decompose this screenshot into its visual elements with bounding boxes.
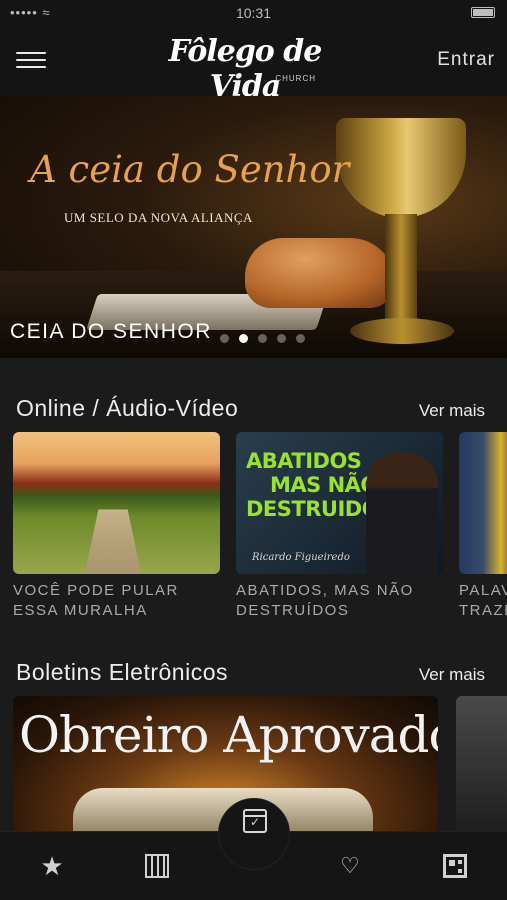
section-title-online: Online / Áudio-Vídeo [16, 395, 239, 421]
status-time: 10:31 [235, 5, 272, 21]
star-icon[interactable]: ★ [34, 850, 70, 882]
hamburger-menu-icon[interactable] [16, 52, 46, 70]
hero-caption: CEIA DO SENHOR [10, 320, 212, 343]
see-more-bulletins-button[interactable]: Ver mais [419, 665, 485, 685]
carousel-dot[interactable] [296, 334, 305, 343]
bulletin-thumb-text: Obreiro Aprovado [19, 706, 438, 764]
thumb-road [81, 509, 145, 574]
qr-code-icon[interactable] [443, 854, 467, 878]
hero-bread-image [245, 238, 395, 308]
carousel-dot-active[interactable] [239, 334, 248, 343]
app-header: Fôlego de Vida CHURCH Entrar [0, 24, 507, 104]
hands-heart-icon[interactable]: ♡ [336, 852, 364, 880]
app-logo: Fôlego de Vida CHURCH [160, 30, 330, 104]
logo-script: Fôlego de Vida [168, 34, 323, 104]
logo-church: CHURCH [275, 74, 316, 83]
carousel-pagination [220, 330, 315, 343]
hero-chalice-stem [385, 214, 417, 324]
hero-chalice-base [350, 318, 454, 344]
video-card-title[interactable]: ABATIDOS, MAS NÃO DESTRUÍDOS [236, 581, 443, 621]
battery-icon [471, 7, 495, 18]
hero-chalice-image [336, 118, 466, 218]
hero-carousel[interactable]: A ceia do Senhor UM SELO DA NOVA ALIANÇA… [0, 96, 507, 358]
calendar-tab-button[interactable] [218, 798, 290, 870]
login-button[interactable]: Entrar [437, 49, 495, 71]
see-more-online-button[interactable]: Ver mais [419, 401, 485, 421]
video-card-thumbnail[interactable] [13, 432, 220, 574]
hero-title: A ceia do Senhor [30, 148, 350, 191]
calendar-check-icon [243, 809, 267, 833]
thumb-text: MAS NÃO [270, 473, 378, 497]
video-card-title[interactable]: VOCÊ PODE PULAR ESSA MURALHA [13, 581, 220, 621]
hero-subtitle: UM SELO DA NOVA ALIANÇA [64, 210, 253, 225]
thumb-text: ABATIDOS [246, 449, 362, 473]
status-bar: ••••• ≈ 10:31 [0, 0, 507, 24]
building-icon[interactable] [145, 854, 169, 878]
thumb-signature: Ricardo Figueiredo [252, 552, 350, 563]
thumb-preacher [366, 452, 438, 574]
video-card-thumbnail[interactable] [459, 432, 507, 574]
carousel-dot[interactable] [258, 334, 267, 343]
bottom-tab-bar: ★ ♡ [0, 798, 507, 900]
carousel-dot[interactable] [220, 334, 229, 343]
video-card-thumbnail[interactable]: ABATIDOS MAS NÃO DESTRUIDOS Ricardo Figu… [236, 432, 443, 574]
bulletin-card-thumbnail[interactable] [456, 696, 507, 832]
video-card-title[interactable]: PALAV... TRAZE... [459, 581, 507, 621]
carousel-dot[interactable] [277, 334, 286, 343]
section-title-bulletins: Boletins Eletrônicos [16, 659, 228, 685]
